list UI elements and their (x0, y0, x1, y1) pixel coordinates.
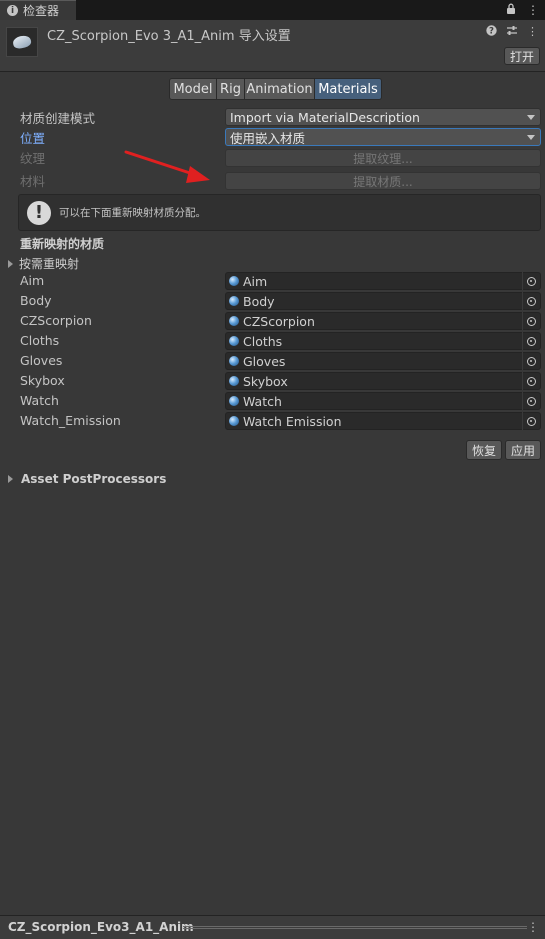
remap-field-skybox[interactable]: Skybox (225, 372, 541, 390)
material-icon (229, 336, 239, 346)
svg-text:?: ? (489, 27, 494, 36)
asset-postprocessors-label: Asset PostProcessors (21, 472, 167, 486)
more-icon[interactable]: ⋮ (527, 3, 539, 17)
remap-value-body: Body (243, 293, 275, 309)
preview-bar[interactable]: CZ_Scorpion_Evo3_A1_Anim ⋮ (0, 915, 545, 939)
location-label: 位置 (20, 131, 46, 146)
help-text: 可以在下面重新映射材质分配。 (59, 207, 206, 219)
remap-label-watch-emission: Watch_Emission (20, 413, 121, 428)
tab-model[interactable]: Model (169, 78, 217, 100)
remap-field-watch-emission[interactable]: Watch Emission (225, 412, 541, 430)
chevron-down-icon (527, 115, 535, 120)
remap-value-watch-emission: Watch Emission (243, 413, 342, 429)
remap-label-watch: Watch (20, 393, 59, 408)
chevron-right-icon (8, 259, 13, 268)
asset-postprocessors-foldout[interactable]: Asset PostProcessors (8, 472, 166, 486)
remap-label-cloths: Cloths (20, 333, 60, 348)
tab-controls: ⋮ (506, 3, 539, 17)
asset-header: CZ_Scorpion_Evo 3_A1_Anim 导入设置 ? ⋮ 打开 (0, 20, 545, 72)
remap-label-body: Body (20, 293, 52, 308)
inspector-window: i 检查器 ⋮ CZ_Scorpion_Evo 3_A1_Anim 导入设置 ?… (0, 0, 545, 939)
drag-handle[interactable] (183, 926, 527, 929)
remap-value-aim: Aim (243, 273, 268, 289)
chevron-right-icon (8, 475, 13, 483)
more-icon[interactable]: ⋮ (527, 920, 539, 934)
warning-icon: ! (27, 200, 51, 225)
remap-label-gloves: Gloves (20, 353, 63, 368)
help-icon[interactable]: ? (486, 25, 497, 39)
extract-materials-button[interactable]: 提取材质... (225, 172, 541, 190)
remap-field-cloths[interactable]: Cloths (225, 332, 541, 350)
remap-field-watch[interactable]: Watch (225, 392, 541, 410)
textures-label: 纹理 (20, 151, 46, 166)
object-picker-icon[interactable] (522, 352, 540, 370)
remap-value-watch: Watch (243, 393, 282, 409)
object-picker-icon[interactable] (522, 372, 540, 390)
remap-field-czscorpion[interactable]: CZScorpion (225, 312, 541, 330)
more-icon[interactable]: ⋮ (527, 25, 538, 39)
lock-icon[interactable] (506, 3, 516, 17)
material-creation-mode-value: Import via MaterialDescription (230, 109, 420, 125)
tab-animation[interactable]: Animation (244, 78, 315, 100)
remap-value-gloves: Gloves (243, 353, 286, 369)
preview-title: CZ_Scorpion_Evo3_A1_Anim (8, 920, 194, 934)
remap-label-czscorpion: CZScorpion (20, 313, 92, 328)
header-icons: ? ⋮ (486, 25, 538, 39)
remap-value-czscorpion: CZScorpion (243, 313, 315, 329)
help-box: ! 可以在下面重新映射材质分配。 (18, 194, 541, 231)
location-value: 使用嵌入材质 (230, 130, 306, 146)
apply-button[interactable]: 应用 (505, 440, 541, 460)
search-and-remap-label: 按需重映射 (19, 257, 80, 271)
remap-label-aim: Aim (20, 273, 45, 288)
object-picker-icon[interactable] (522, 272, 540, 290)
material-icon (229, 356, 239, 366)
materials-label: 材料 (20, 174, 46, 189)
chevron-down-icon (527, 135, 535, 140)
open-button[interactable]: 打开 (504, 47, 540, 65)
material-icon (229, 316, 239, 326)
remap-field-gloves[interactable]: Gloves (225, 352, 541, 370)
remap-value-cloths: Cloths (243, 333, 283, 349)
window-tab-bar: i 检查器 ⋮ (0, 0, 545, 20)
material-creation-mode-label: 材质创建模式 (20, 111, 96, 126)
object-picker-icon[interactable] (522, 412, 540, 430)
page-title: CZ_Scorpion_Evo 3_A1_Anim 导入设置 (47, 29, 291, 44)
location-dropdown[interactable]: 使用嵌入材质 (225, 128, 541, 146)
inspector-tab-label: 检查器 (23, 4, 60, 18)
remap-field-body[interactable]: Body (225, 292, 541, 310)
settings-sliders-icon[interactable] (506, 25, 518, 39)
search-and-remap-foldout[interactable]: 按需重映射 (8, 255, 79, 272)
model-preview-icon (11, 34, 33, 50)
object-picker-icon[interactable] (522, 312, 540, 330)
tab-rig[interactable]: Rig (216, 78, 245, 100)
revert-button[interactable]: 恢复 (466, 440, 502, 460)
remap-field-aim[interactable]: Aim (225, 272, 541, 290)
object-picker-icon[interactable] (522, 392, 540, 410)
object-picker-icon[interactable] (522, 292, 540, 310)
remapped-materials-title: 重新映射的材质 (20, 237, 105, 251)
material-creation-mode-dropdown[interactable]: Import via MaterialDescription (225, 108, 541, 126)
material-icon (229, 396, 239, 406)
remap-value-skybox: Skybox (243, 373, 288, 389)
inspector-tab[interactable]: i 检查器 (0, 0, 76, 20)
remap-label-skybox: Skybox (20, 373, 65, 388)
tab-materials[interactable]: Materials (314, 78, 382, 100)
material-icon (229, 296, 239, 306)
material-icon (229, 376, 239, 386)
asset-thumbnail (6, 27, 38, 57)
object-picker-icon[interactable] (522, 332, 540, 350)
info-icon: i (7, 5, 18, 16)
import-tabs: Model Rig Animation Materials (169, 78, 382, 100)
extract-textures-button[interactable]: 提取纹理... (225, 149, 541, 167)
material-icon (229, 416, 239, 426)
material-icon (229, 276, 239, 286)
